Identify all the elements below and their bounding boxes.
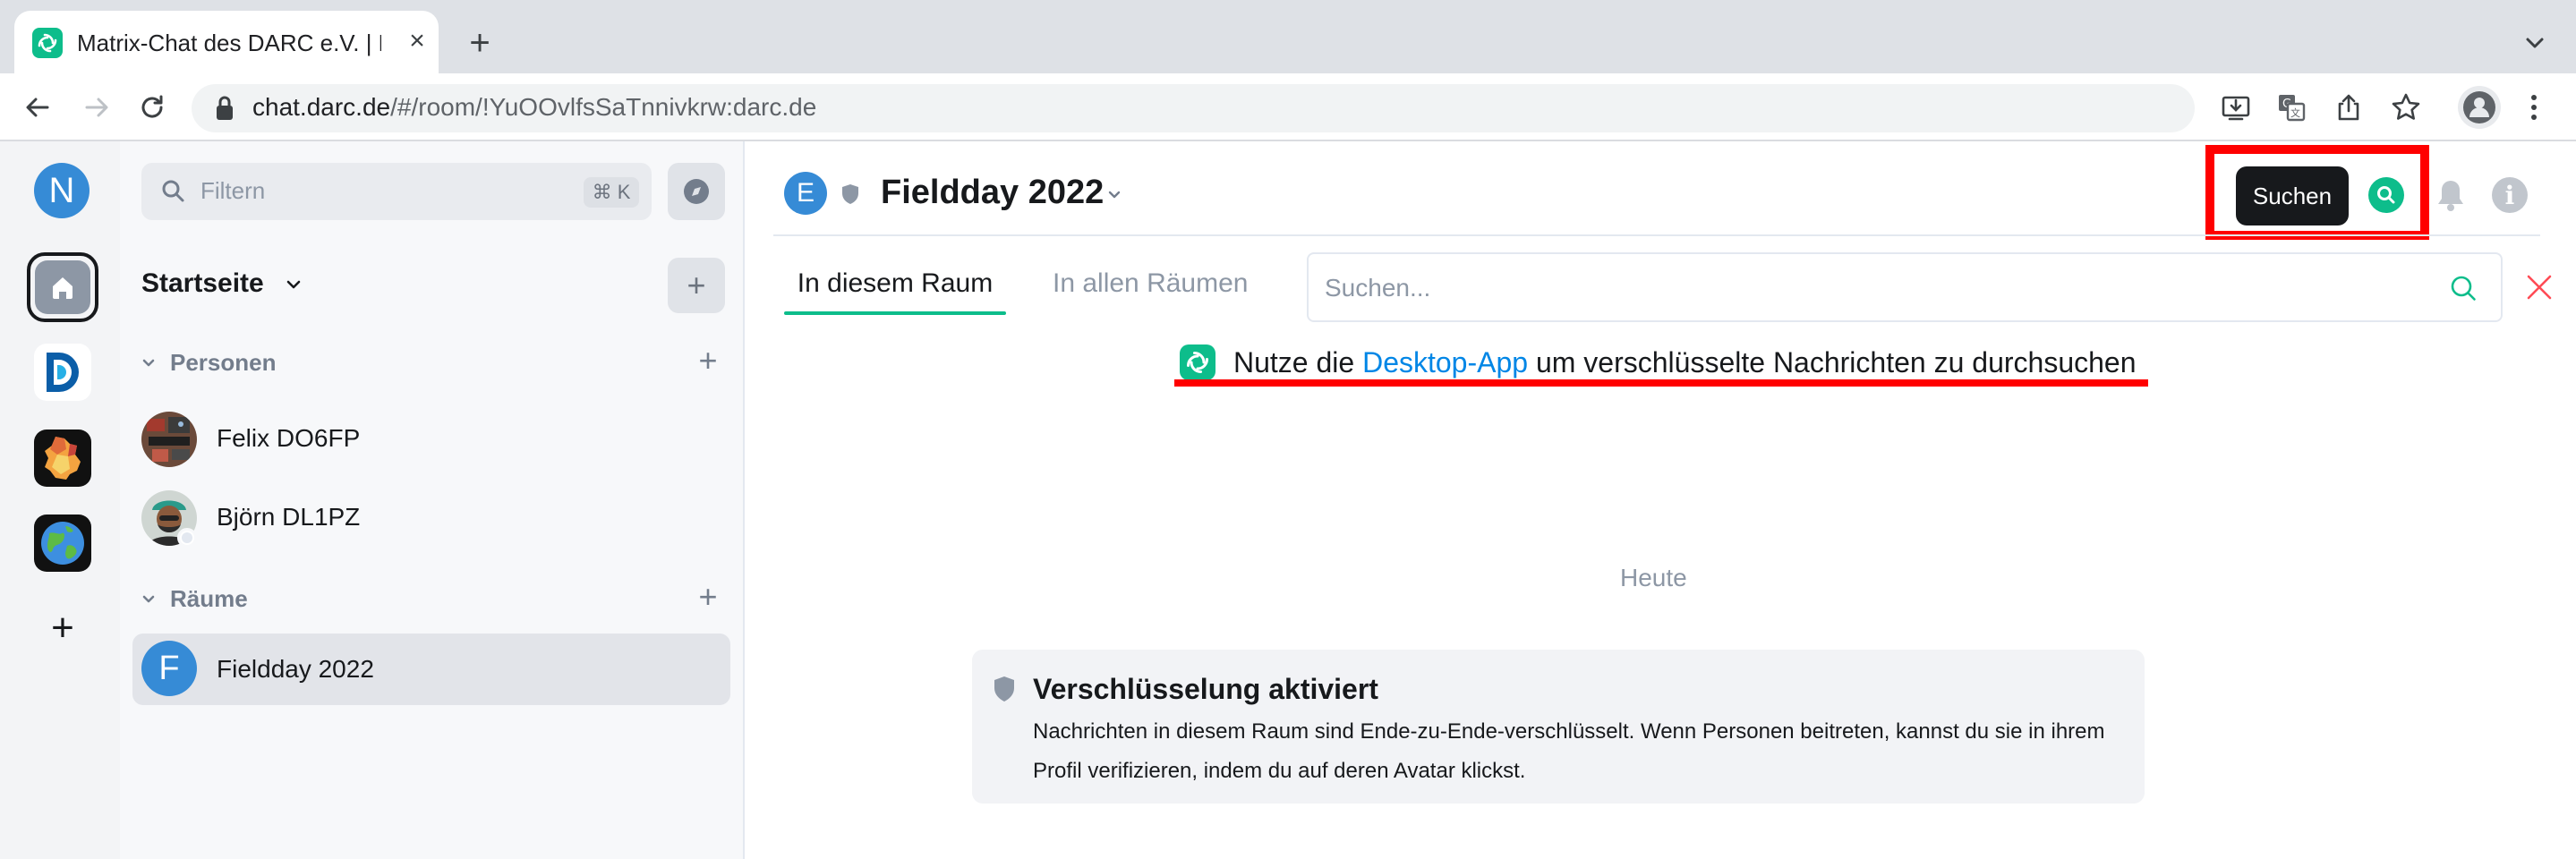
url-text[interactable]: chat.darc.de/#/room/!YuOOvlfsSaTnnivkrw:… <box>252 93 816 122</box>
element-favicon-icon <box>32 28 63 58</box>
notice-text-pre: Nutze die <box>1233 345 1363 378</box>
filter-shortcut-badge: ⌘ K <box>584 177 639 208</box>
tab-search-chevron-icon[interactable] <box>2517 25 2553 61</box>
chevron-down-icon[interactable] <box>1105 184 1124 204</box>
room-search-button[interactable] <box>2368 177 2404 213</box>
profile-avatar-icon[interactable] <box>2458 86 2501 129</box>
dm-item-name[interactable]: Björn DL1PZ <box>217 503 360 532</box>
user-menu-avatar[interactable]: N <box>34 163 90 218</box>
forward-arrow-icon[interactable] <box>75 86 118 129</box>
section-header-people[interactable]: Personen <box>170 349 277 377</box>
home-icon <box>35 260 90 314</box>
space-germany-map-icon[interactable] <box>34 430 91 487</box>
filter-placeholder: Filtern <box>200 177 266 204</box>
room-item-name[interactable]: Fieldday 2022 <box>217 655 374 684</box>
search-placeholder: Suchen... <box>1325 274 1431 302</box>
message-search-input[interactable] <box>1307 252 2503 322</box>
space-darc-logo-icon[interactable] <box>34 344 91 401</box>
browser-tab[interactable]: Matrix-Chat des DARC e.V. | Ele × <box>14 11 439 75</box>
create-space-button[interactable]: + <box>45 608 81 648</box>
room-title[interactable]: Fieldday 2022 <box>881 174 1104 212</box>
date-separator: Heute <box>1620 564 1687 591</box>
lock-icon[interactable] <box>215 95 235 122</box>
tab-title: Matrix-Chat des DARC e.V. | Ele <box>77 30 381 56</box>
share-icon[interactable] <box>2331 89 2367 125</box>
search-icon <box>159 177 188 206</box>
search-icon[interactable] <box>2447 272 2479 304</box>
encryption-title: Verschlüsselung aktiviert <box>1033 673 1378 705</box>
explore-rooms-button[interactable] <box>668 163 725 220</box>
install-app-icon[interactable] <box>2218 89 2254 125</box>
header-divider <box>773 234 2540 236</box>
desktop-app-notice: Nutze die Desktop-App um verschlüsselte … <box>1180 342 2137 383</box>
annotation-underline <box>1174 379 2148 387</box>
tab-all-rooms[interactable]: In allen Räumen <box>1053 268 1248 299</box>
tab-close-icon[interactable]: × <box>401 25 433 57</box>
room-avatar[interactable]: E <box>784 172 827 215</box>
avatar <box>141 412 197 467</box>
space-globe-icon[interactable] <box>34 515 91 572</box>
notice-text-post: um verschlüsselte Nachrichten zu durchsu… <box>1528 345 2137 378</box>
url-path: /#/room/!YuOOvlfsSaTnnivkrw:darc.de <box>390 93 817 121</box>
search-icon <box>2377 186 2395 204</box>
add-room-section-button[interactable]: + <box>695 581 721 613</box>
avatar: F <box>141 641 197 696</box>
shield-icon <box>840 183 861 206</box>
close-icon[interactable] <box>2522 270 2556 304</box>
compass-icon <box>684 179 709 204</box>
shield-icon <box>992 675 1017 703</box>
space-panel <box>0 141 120 859</box>
chevron-down-icon[interactable] <box>283 274 304 295</box>
element-logo-icon <box>1180 344 1215 380</box>
url-host: chat.darc.de <box>252 93 391 121</box>
section-header-rooms[interactable]: Räume <box>170 585 248 613</box>
translate-icon[interactable]: G文 <box>2273 89 2309 125</box>
room-list-panel <box>120 141 745 859</box>
active-tab-indicator <box>784 311 1006 315</box>
browser-menu-icon[interactable] <box>2521 89 2547 125</box>
bookmark-star-icon[interactable] <box>2388 89 2424 125</box>
back-arrow-icon[interactable] <box>16 86 59 129</box>
notice-text: Nutze die Desktop-App um verschlüsselte … <box>1233 346 2137 379</box>
chevron-down-icon[interactable] <box>140 591 158 608</box>
home-header-title[interactable]: Startseite <box>141 268 264 299</box>
add-room-button[interactable]: + <box>668 258 725 313</box>
svg-text:文: 文 <box>2290 106 2300 119</box>
desktop-app-link[interactable]: Desktop-App <box>1362 346 1528 378</box>
new-tab-icon[interactable]: + <box>460 23 499 63</box>
home-space-button[interactable] <box>27 252 98 322</box>
chevron-down-icon[interactable] <box>140 354 158 372</box>
search-tooltip: Suchen <box>2236 166 2349 225</box>
room-info-icon[interactable]: i <box>2492 177 2528 213</box>
encryption-description: Nachrichten in diesem Raum sind Ende-zu-… <box>1033 719 2105 783</box>
notifications-bell-icon[interactable] <box>2431 175 2470 215</box>
presence-dot-icon <box>182 532 192 543</box>
add-person-button[interactable]: + <box>695 344 721 377</box>
reload-icon[interactable] <box>131 86 174 129</box>
dm-item-name[interactable]: Felix DO6FP <box>217 424 360 453</box>
